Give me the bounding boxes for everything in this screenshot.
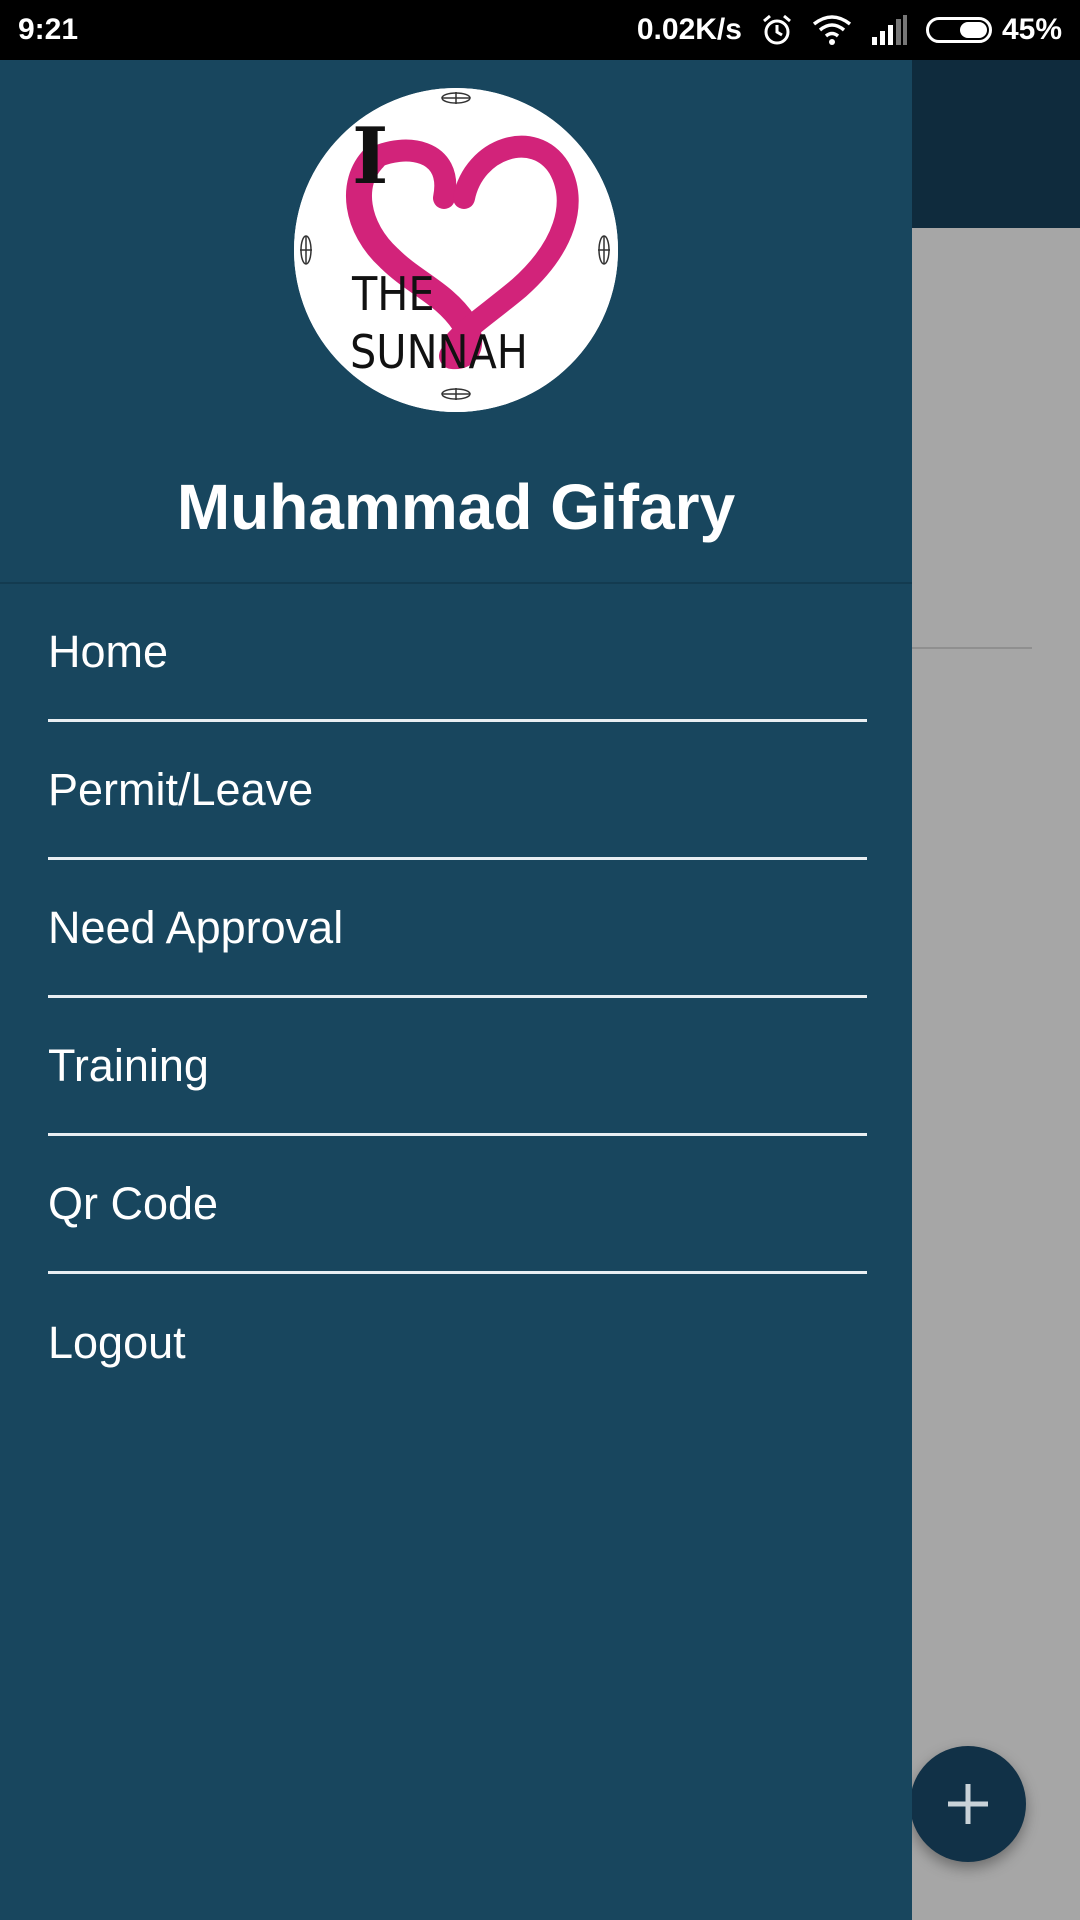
battery-fill (959, 22, 987, 38)
menu-item-logout[interactable]: Logout (48, 1274, 867, 1412)
svg-text:SUNNAH: SUNNAH (350, 325, 528, 379)
plus-icon (948, 1784, 988, 1824)
menu-item-label: Training (48, 1039, 209, 1091)
alarm-icon (762, 14, 791, 45)
svg-text:I: I (352, 111, 389, 202)
navigation-drawer: I THE SUNNAH Muhammad Gifary Home Permit… (0, 60, 912, 1920)
content-divider (912, 647, 1032, 649)
menu-item-label: Need Approval (48, 901, 344, 953)
status-time: 9:21 (18, 13, 79, 46)
signal-icon (871, 15, 907, 45)
menu-item-label: Home (48, 625, 169, 677)
drawer-header: I THE SUNNAH Muhammad Gifary (0, 60, 912, 584)
battery-icon (925, 17, 992, 43)
menu-item-need-approval[interactable]: Need Approval (48, 860, 867, 998)
battery-percent: 45% (1001, 13, 1062, 46)
svg-text:THE: THE (351, 267, 435, 321)
menu-item-permit-leave[interactable]: Permit/Leave (48, 722, 867, 860)
status-bar: 9:21 0.02K/s 45% (0, 0, 1080, 60)
menu-item-label: Qr Code (48, 1177, 219, 1229)
drawer-menu: Home Permit/Leave Need Approval Training… (0, 584, 912, 1412)
add-button[interactable] (910, 1746, 1026, 1862)
status-icons: 0.02K/s 45% (619, 13, 1062, 47)
user-name: Muhammad Gifary (176, 471, 736, 543)
menu-item-training[interactable]: Training (48, 998, 867, 1136)
menu-item-label: Permit/Leave (48, 763, 314, 815)
menu-item-qr-code[interactable]: Qr Code (48, 1136, 867, 1274)
network-speed: 0.02K/s (636, 13, 742, 46)
menu-item-home[interactable]: Home (48, 584, 867, 722)
menu-item-label: Logout (48, 1317, 186, 1368)
avatar[interactable]: I THE SUNNAH (294, 88, 618, 412)
wifi-icon (812, 15, 852, 45)
screen: 9:21 0.02K/s 45% I THE SUNNAH Muhammad G… (0, 0, 1080, 1920)
i-love-the-sunnah-logo: I THE SUNNAH (294, 88, 618, 412)
battery-indicator: 45% (925, 13, 1062, 47)
